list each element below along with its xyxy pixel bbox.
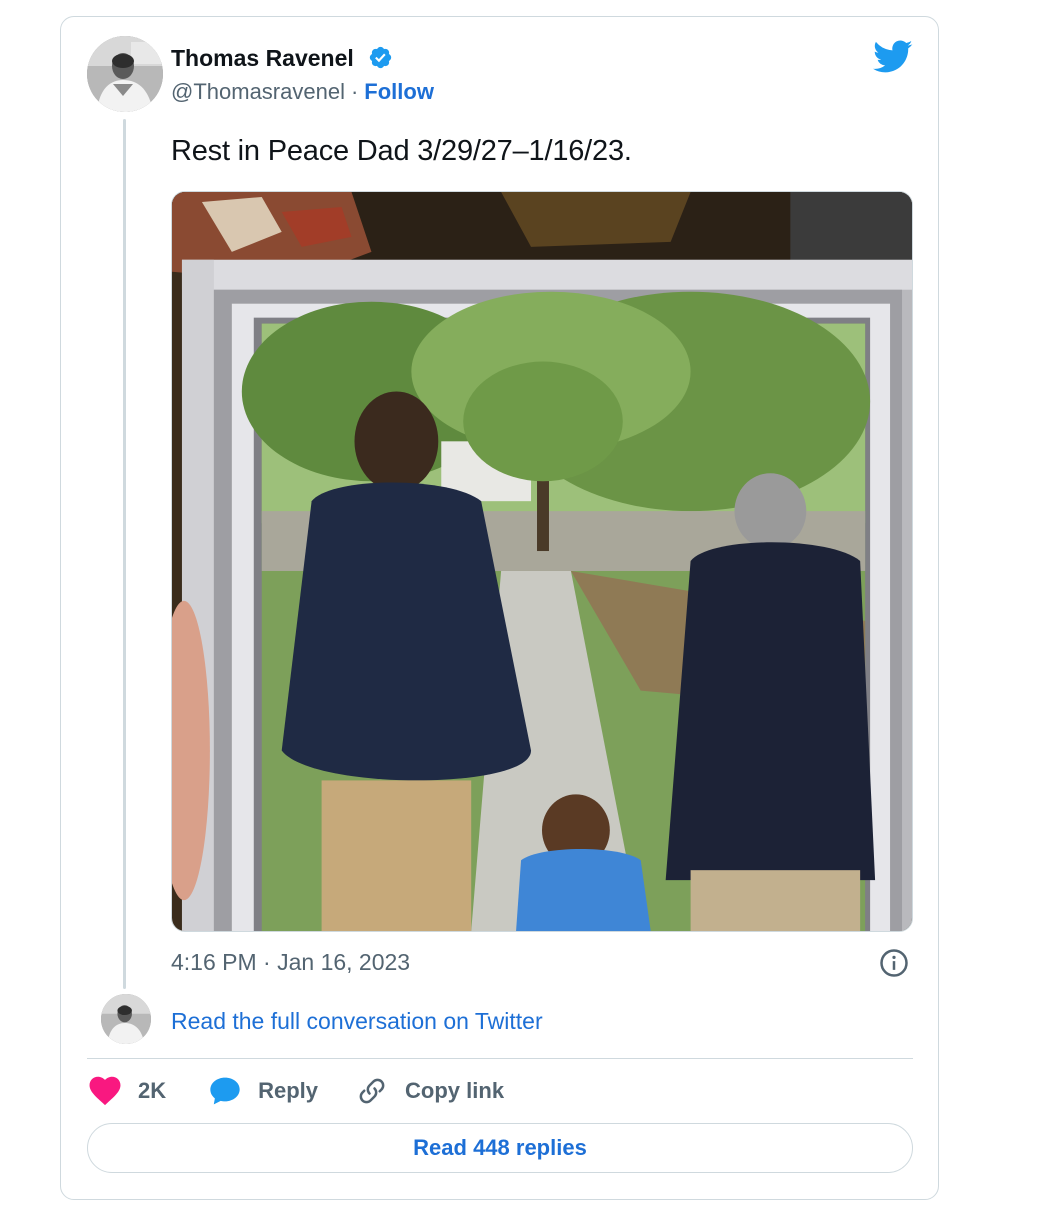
author-avatar-photo	[87, 36, 163, 112]
actions-divider	[87, 1058, 913, 1059]
conversation-avatar[interactable]	[101, 994, 151, 1044]
copy-link-label: Copy link	[405, 1078, 505, 1103]
author-handle-row: @Thomasravenel · Follow	[171, 79, 434, 105]
conversation-avatar-photo	[101, 994, 151, 1044]
reply-button[interactable]: Reply	[209, 1076, 318, 1106]
tweet-actions-bar: 2K Reply Copy link	[87, 1073, 504, 1109]
separator-dot: ·	[350, 79, 359, 104]
reply-label: Reply	[258, 1078, 319, 1103]
tweet-text: Rest in Peace Dad 3/29/27–1/16/23.	[171, 135, 632, 167]
photo-scene	[241, 291, 876, 931]
read-replies-button[interactable]: Read 448 replies	[87, 1123, 913, 1173]
framed-photo-image	[172, 192, 912, 931]
author-avatar[interactable]	[87, 36, 163, 112]
like-count: 2K	[138, 1078, 167, 1103]
embedded-tweet-card: Thomas Ravenel @Thomasravenel · Follow Res…	[60, 16, 939, 1200]
heart-icon	[89, 1076, 121, 1106]
tweet-photo[interactable]	[171, 191, 913, 932]
follow-button[interactable]: Follow	[364, 79, 434, 104]
like-button[interactable]: 2K	[89, 1076, 166, 1106]
author-name[interactable]: Thomas Ravenel	[171, 45, 354, 72]
verified-badge-icon	[369, 46, 392, 69]
read-full-conversation-link[interactable]: Read the full conversation on Twitter	[171, 1008, 543, 1035]
twitter-bird-icon[interactable]	[873, 39, 913, 73]
info-icon[interactable]	[879, 948, 909, 978]
speech-bubble-icon	[210, 1077, 240, 1105]
copy-link-button[interactable]: Copy link	[356, 1076, 504, 1106]
link-icon	[359, 1078, 385, 1104]
thread-connector-line	[123, 119, 126, 989]
author-handle[interactable]: @Thomasravenel	[171, 79, 345, 104]
tweet-timestamp[interactable]: 4:16 PM · Jan 16, 2023	[171, 949, 410, 976]
